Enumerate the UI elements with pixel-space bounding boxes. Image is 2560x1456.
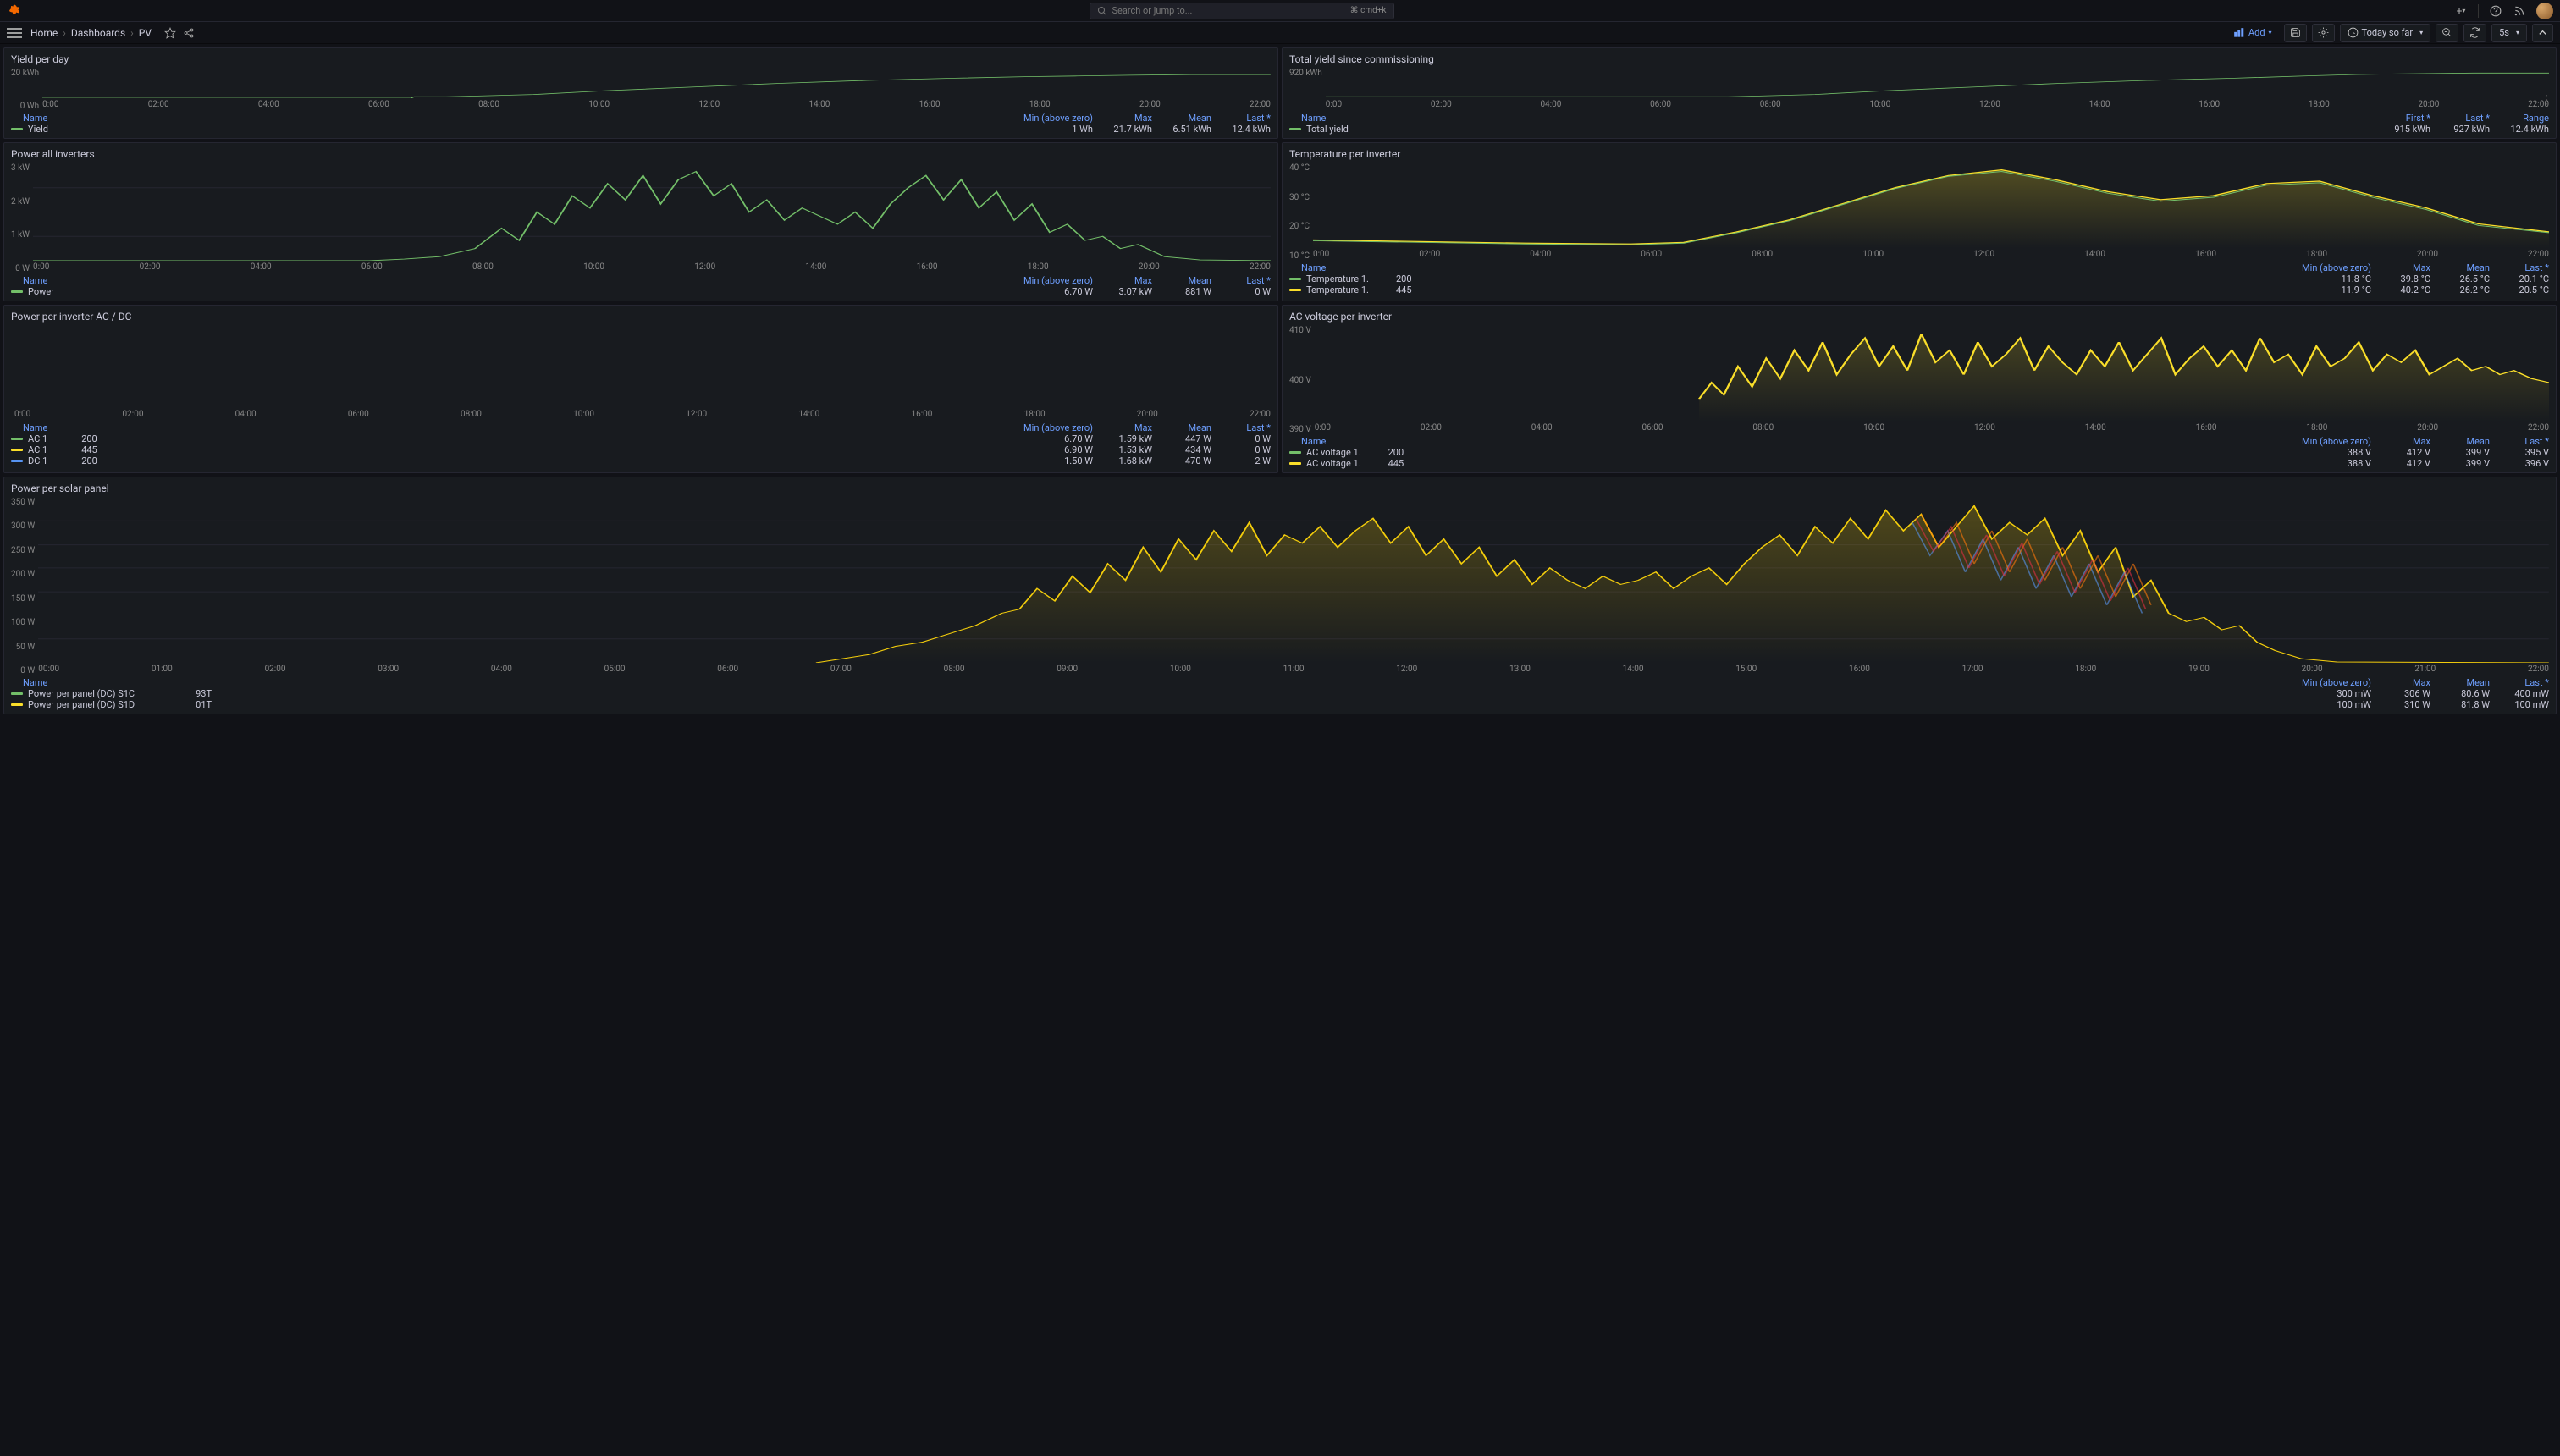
breadcrumb-current[interactable]: PV (139, 27, 152, 39)
plot-area[interactable] (38, 498, 2549, 663)
panel-title[interactable]: Power all inverters (11, 148, 1271, 160)
legend: Name Min (above zero) Max Mean Last * Po… (11, 275, 1271, 297)
x-axis: 0:0002:0004:0006:0008:0010:0012:0014:001… (42, 98, 1271, 111)
time-range-button[interactable]: Today so far ▾ (2340, 24, 2431, 42)
panel-icon (2233, 28, 2245, 38)
search-placeholder: Search or jump to... (1112, 5, 1193, 16)
legend-row[interactable]: AC 1200 6.70 W1.59 kW447 W0 W (11, 433, 1271, 444)
grafana-logo-icon[interactable] (7, 3, 22, 19)
legend-row[interactable]: Power per panel (DC) S1D01T 100 mW310 W8… (11, 699, 2549, 710)
legend-row[interactable]: AC voltage 1.200 388 V412 V399 V395 V (1289, 447, 2549, 458)
panel-temperature-per-inverter: Temperature per inverter 40 °C30 °C20 °C… (1282, 142, 2557, 301)
panel-yield-per-day: Yield per day 20 kWh0 Wh 0:0002:0004:000… (3, 47, 1278, 139)
refresh-button[interactable] (2463, 24, 2486, 42)
legend-row[interactable]: DC 1200 1.50 W1.68 kW470 W2 W (11, 455, 1271, 466)
search-icon (1097, 6, 1107, 16)
plot-area[interactable] (1315, 326, 2549, 422)
breadcrumb-home[interactable]: Home (30, 27, 58, 39)
share-icon[interactable] (182, 26, 196, 40)
topbar: Search or jump to... ⌘ cmd+k +▾ (0, 0, 2560, 22)
menu-icon[interactable] (7, 27, 22, 39)
settings-button[interactable] (2312, 24, 2335, 42)
y-axis: 20 kWh0 Wh (11, 69, 42, 111)
breadcrumb-dashboards[interactable]: Dashboards (71, 27, 125, 39)
y-axis: 920 kWh (1289, 69, 1326, 111)
kbd-hint: ⌘ cmd+k (1350, 6, 1387, 15)
legend: Name Min (above zero) Max Mean Last * AC… (1289, 436, 2549, 469)
clock-icon (2348, 27, 2359, 38)
plot-area[interactable] (33, 163, 1271, 261)
legend: Name Min (above zero) Max Mean Last * AC… (11, 422, 1271, 466)
y-axis: 3 kW2 kW1 kW0 W (11, 163, 33, 273)
add-menu-icon[interactable]: +▾ (2454, 4, 2468, 18)
legend-row[interactable]: Temperature 1.445 11.9 °C 40.2 °C 26.2 °… (1289, 284, 2549, 295)
breadcrumb: Home › Dashboards › PV (30, 26, 196, 40)
panels-grid: Yield per day 20 kWh0 Wh 0:0002:0004:000… (0, 44, 2560, 718)
panel-total-yield: Total yield since commissioning ⋮ 920 kW… (1282, 47, 2557, 139)
panel-title[interactable]: Temperature per inverter (1289, 148, 2549, 160)
news-icon[interactable] (2513, 4, 2526, 18)
panel-title[interactable]: Yield per day (11, 53, 1271, 65)
legend-row[interactable]: Temperature 1.200 11.8 °C 39.8 °C 26.5 °… (1289, 273, 2549, 284)
x-axis: 0:0002:0004:0006:0008:0010:0012:0014:001… (1313, 248, 2549, 261)
panel-title[interactable]: AC voltage per inverter (1289, 311, 2549, 323)
zoom-out-button[interactable] (2436, 24, 2458, 42)
y-axis: 40 °C30 °C20 °C10 °C (1289, 163, 1313, 261)
plot-area[interactable] (1313, 163, 2549, 248)
panel-title[interactable]: Power per solar panel (11, 483, 2549, 494)
legend-row[interactable]: AC voltage 1.445 388 V412 V399 V396 V (1289, 458, 2549, 469)
legend-row[interactable]: AC 1445 6.90 W1.53 kW434 W0 W (11, 444, 1271, 455)
x-axis: 0:0002:0004:0006:0008:0010:0012:0014:001… (33, 261, 1271, 273)
add-button[interactable]: Add ▾ (2226, 24, 2279, 42)
search-input[interactable]: Search or jump to... ⌘ cmd+k (1090, 3, 1394, 19)
panel-power-per-inverter: Power per inverter AC / DC 0:0002:0004:0… (3, 305, 1278, 473)
panel-power-per-solar-panel: Power per solar panel 350 W300 W250 W200… (3, 477, 2557, 714)
refresh-interval-button[interactable]: 5s ▾ (2491, 24, 2527, 42)
plot-area[interactable] (1326, 69, 2549, 98)
help-icon[interactable] (2489, 4, 2502, 18)
legend: Name First * Last * Range Total yield 91… (1289, 113, 2549, 135)
x-axis: 0:0002:0004:0006:0008:0010:0012:0014:001… (1315, 422, 2549, 434)
navbar: Home › Dashboards › PV Add ▾ Today so fa… (0, 22, 2560, 44)
y-axis: 350 W300 W250 W200 W150 W100 W50 W0 W (11, 498, 38, 676)
y-axis: 410 V400 V390 V (1289, 326, 1315, 434)
legend: Name Min (above zero) Max Mean Last * Yi… (11, 113, 1271, 135)
plot-area[interactable] (14, 326, 1271, 408)
legend-row[interactable]: Power 6.70 W 3.07 kW 881 W 0 W (11, 286, 1271, 297)
panel-power-all-inverters: Power all inverters 3 kW2 kW1 kW0 W 0:00… (3, 142, 1278, 301)
panel-title[interactable]: Total yield since commissioning (1289, 53, 2549, 65)
save-button[interactable] (2284, 24, 2307, 42)
panel-title[interactable]: Power per inverter AC / DC (11, 311, 1271, 323)
x-axis: 0:0002:0004:0006:0008:0010:0012:0014:001… (14, 408, 1271, 421)
panel-ac-voltage-per-inverter: AC voltage per inverter 410 V400 V390 V … (1282, 305, 2557, 473)
legend-row[interactable]: Power per panel (DC) S1C93T 300 mW306 W8… (11, 688, 2549, 699)
legend: Name Min (above zero) Max Mean Last * Po… (11, 677, 2549, 710)
user-avatar[interactable] (2536, 3, 2553, 19)
collapse-button[interactable] (2532, 24, 2553, 42)
legend-row[interactable]: Yield 1 Wh 21.7 kWh 6.51 kWh 12.4 kWh (11, 124, 1271, 135)
x-axis: 00:0001:0002:0003:0004:0005:0006:0007:00… (38, 663, 2549, 676)
x-axis: 0:0002:0004:0006:0008:0010:0012:0014:001… (1326, 98, 2549, 111)
legend: Name Min (above zero) Max Mean Last * Te… (1289, 262, 2549, 295)
star-icon[interactable] (163, 26, 177, 40)
legend-row[interactable]: Total yield 915 kWh 927 kWh 12.4 kWh (1289, 124, 2549, 135)
plot-area[interactable] (42, 69, 1271, 98)
